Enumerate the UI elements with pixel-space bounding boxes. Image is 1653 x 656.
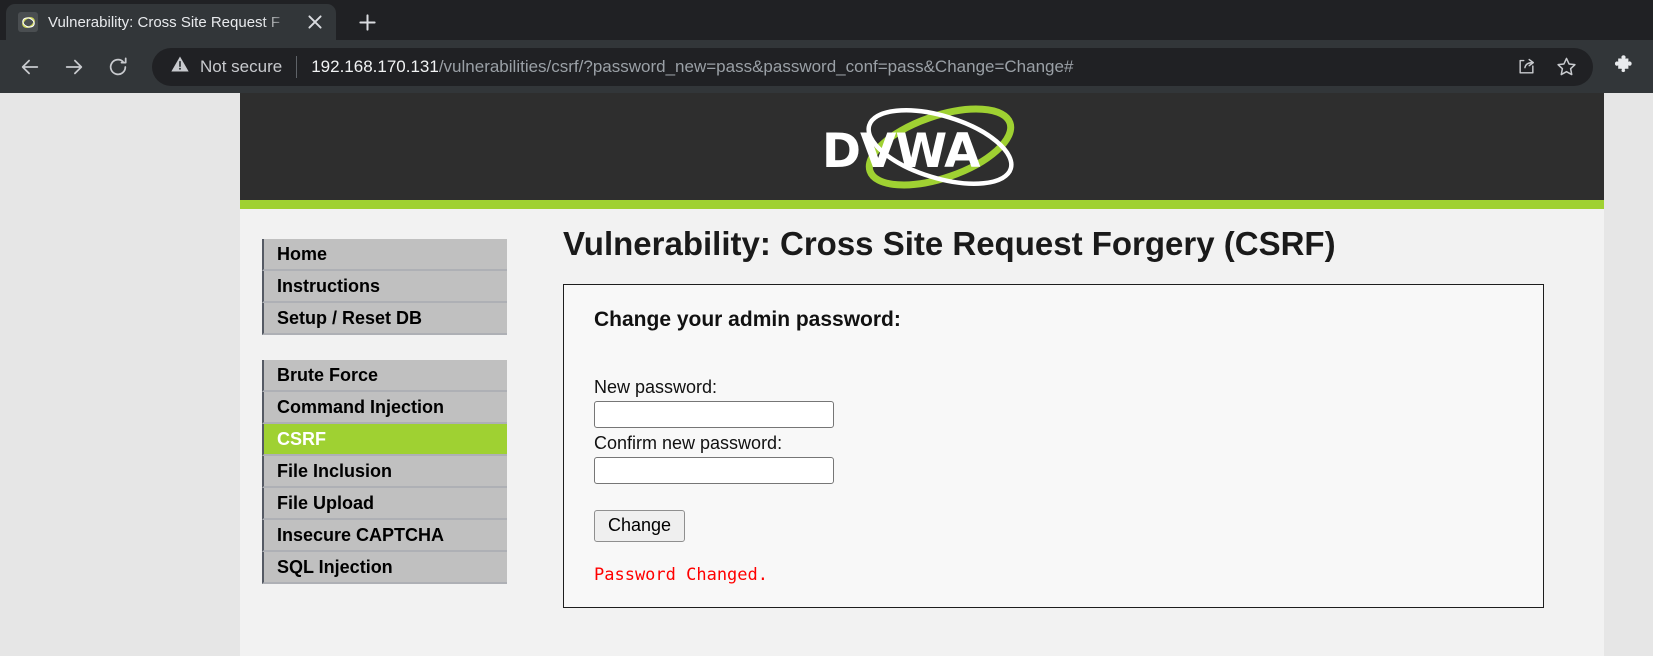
url-text: 192.168.170.131/vulnerabilities/csrf/?pa… bbox=[311, 57, 1501, 77]
new-password-label: New password: bbox=[594, 377, 718, 397]
star-icon[interactable] bbox=[1549, 50, 1583, 84]
page-title: Vulnerability: Cross Site Request Forger… bbox=[563, 225, 1336, 262]
forward-arrow-icon[interactable] bbox=[54, 47, 94, 87]
puzzle-piece-icon[interactable] bbox=[1603, 47, 1643, 87]
not-secure-warning-icon bbox=[170, 54, 190, 79]
dvwa-favicon-icon bbox=[18, 12, 38, 32]
sidebar-item-command-injection[interactable]: Command Injection bbox=[262, 392, 507, 424]
main-content: Vulnerability: Cross Site Request Forger… bbox=[525, 209, 1604, 609]
site-header: DVWA bbox=[240, 93, 1604, 200]
url-host: 192.168.170.131 bbox=[311, 56, 439, 76]
page-viewport: DVWA Home Instructions Setup / Reset DB … bbox=[0, 93, 1653, 656]
status-message: Password Changed. bbox=[594, 565, 768, 585]
share-icon[interactable] bbox=[1509, 50, 1543, 84]
sidebar-item-file-upload[interactable]: File Upload bbox=[262, 488, 507, 520]
sidebar-item-home[interactable]: Home bbox=[262, 239, 507, 271]
sidebar-item-insecure-captcha[interactable]: Insecure CAPTCHA bbox=[262, 520, 507, 552]
browser-tab[interactable]: Vulnerability: Cross Site Request F bbox=[6, 4, 336, 40]
sidebar-group-vulnerabilities: Brute Force Command Injection CSRF File … bbox=[262, 360, 525, 584]
sidebar-item-instructions[interactable]: Instructions bbox=[262, 271, 507, 303]
change-password-button[interactable]: Change bbox=[594, 510, 686, 542]
browser-window: Vulnerability: Cross Site Request F Not … bbox=[0, 0, 1653, 656]
omnibox-actions bbox=[1509, 50, 1583, 84]
tab-strip: Vulnerability: Cross Site Request F bbox=[0, 0, 1653, 40]
url-path: /vulnerabilities/csrf/?password_new=pass… bbox=[438, 56, 1074, 76]
sidebar-item-setup-reset-db[interactable]: Setup / Reset DB bbox=[262, 303, 507, 335]
sidebar-item-sql-injection[interactable]: SQL Injection bbox=[262, 552, 507, 584]
confirm-password-label: Confirm new password: bbox=[594, 433, 783, 453]
sidebar-nav: Home Instructions Setup / Reset DB Brute… bbox=[240, 209, 525, 609]
accent-bar bbox=[240, 200, 1604, 209]
address-bar[interactable]: Not secure 192.168.170.131/vulnerabiliti… bbox=[152, 47, 1593, 86]
site-security-indicator[interactable]: Not secure bbox=[170, 54, 282, 79]
new-password-input[interactable] bbox=[594, 401, 834, 428]
tab-title: Vulnerability: Cross Site Request F bbox=[48, 13, 281, 31]
sidebar-item-brute-force[interactable]: Brute Force bbox=[262, 360, 507, 392]
panel-title: Change your admin password: bbox=[594, 308, 901, 331]
confirm-password-input[interactable] bbox=[594, 457, 834, 484]
security-label: Not secure bbox=[200, 56, 283, 76]
dvwa-page: DVWA Home Instructions Setup / Reset DB … bbox=[240, 93, 1604, 656]
sidebar-group-general: Home Instructions Setup / Reset DB bbox=[262, 239, 525, 335]
dvwa-logo: DVWA bbox=[812, 101, 1032, 193]
sidebar-item-csrf[interactable]: CSRF bbox=[262, 424, 507, 456]
close-icon[interactable] bbox=[302, 9, 328, 35]
logo-text: DVWA bbox=[822, 123, 980, 179]
page-body: Home Instructions Setup / Reset DB Brute… bbox=[240, 209, 1604, 609]
omnibox-divider bbox=[296, 55, 298, 78]
back-arrow-icon[interactable] bbox=[10, 47, 50, 87]
sidebar-item-file-inclusion[interactable]: File Inclusion bbox=[262, 456, 507, 488]
browser-toolbar: Not secure 192.168.170.131/vulnerabiliti… bbox=[0, 40, 1653, 93]
new-tab-button[interactable] bbox=[346, 4, 388, 40]
csrf-form-panel: Change your admin password: New password… bbox=[563, 284, 1544, 608]
reload-icon[interactable] bbox=[98, 47, 138, 87]
